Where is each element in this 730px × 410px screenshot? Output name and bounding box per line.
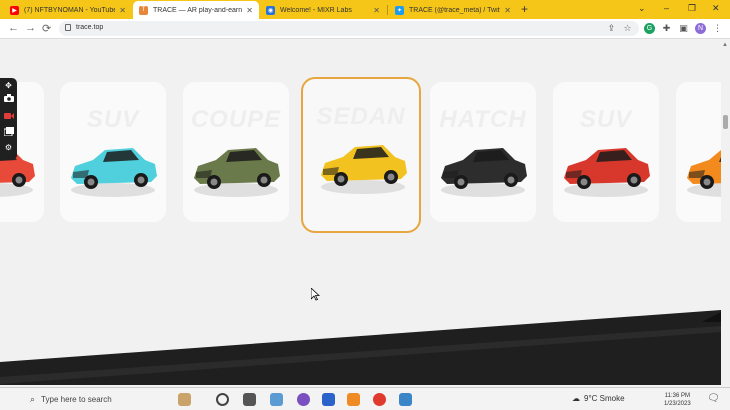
minimize-button[interactable]: – [664,3,669,13]
vehicle-card[interactable]: COUPE [183,82,289,222]
vehicle-category-label: SUV [86,106,140,133]
close-window-button[interactable]: ✕ [712,3,720,14]
twitter-icon: ✦ [395,5,404,15]
tab-strip: ▶ (7) NFTBYNOMAN - YouTube ✕ T TRACE — A… [0,0,730,19]
back-button[interactable]: ← [8,22,19,34]
vehicle-card[interactable]: SEDAN [301,77,421,233]
share-icon[interactable]: ⇪ [606,23,617,34]
vehicle-image [321,145,407,194]
windows-taskbar: ⌕ Type here to search ☁ 9°C Smoke 11:36 … [0,387,730,410]
menu-kebab-icon[interactable]: ⋮ [712,23,723,34]
tab-youtube[interactable]: ▶ (7) NFTBYNOMAN - YouTube ✕ [4,1,132,19]
tab-search-icon[interactable]: ⌄ [638,3,646,14]
vehicle-category-label: SEDAN [316,103,406,130]
close-icon[interactable]: ✕ [246,6,253,15]
weather-cloud-icon: ☁ [572,394,580,403]
new-tab-button[interactable]: + [521,2,528,16]
vehicle-card[interactable]: HATCH [430,82,536,222]
scroll-thumb[interactable] [723,115,728,129]
tab-trace[interactable]: T TRACE — AR play-and-earn metav ✕ [133,1,259,19]
side-panel-icon[interactable]: ▣ [678,23,689,34]
move-handle-icon[interactable]: ✥ [3,80,14,91]
page-scrollbar[interactable]: ▲ [721,40,730,385]
tab-divider [387,5,388,15]
gallery-icon[interactable] [3,126,14,137]
record-video-icon[interactable] [3,110,14,121]
task-view-icon[interactable] [243,393,256,406]
footer-diagonal-band [0,310,721,385]
youtube-icon: ▶ [10,5,19,15]
app-icon-purple[interactable] [297,393,310,406]
grammarly-extension-icon[interactable]: G [644,23,655,34]
settings-gear-icon[interactable]: ⚙ [3,142,14,153]
camera-icon[interactable] [3,92,14,103]
opera-icon[interactable] [373,393,386,406]
tab-mixr[interactable]: ◉ Welcome! - MIXR Labs ✕ [260,1,386,19]
lock-icon [65,24,71,31]
tab-twitter[interactable]: ✦ TRACE (@trace_meta) / Twitter ✕ [389,1,517,19]
page-viewport: SUV COUPE SEDAN HATCH SUV ✥ ⚙ [0,40,721,385]
vehicle-card[interactable]: SUV [553,82,659,222]
notification-icon[interactable]: 🗨 [707,393,720,404]
profile-avatar[interactable]: N [695,23,706,34]
vehicle-image [687,150,721,197]
close-icon[interactable]: ✕ [373,6,380,15]
extensions-puzzle-icon[interactable]: ✚ [661,23,672,34]
mixr-icon: ◉ [266,5,275,15]
address-bar[interactable]: trace.top ⇪ ☆ [59,21,639,36]
vehicle-card[interactable] [676,82,721,222]
vehicle-image [194,148,280,197]
search-icon: ⌕ [30,394,36,404]
weather-widget[interactable]: ☁ 9°C Smoke [572,394,625,403]
bookmark-star-icon[interactable]: ☆ [622,23,633,34]
mouse-cursor-icon [311,288,320,301]
news-widget-icon[interactable] [178,393,191,406]
vehicle-category-label: COUPE [190,106,282,133]
trace-icon: T [139,5,148,15]
screen: ▶ (7) NFTBYNOMAN - YouTube ✕ T TRACE — A… [0,0,730,410]
cortana-icon[interactable] [216,393,229,406]
scroll-up-icon[interactable]: ▲ [722,42,728,48]
browser-toolbar: ← → ⟳ trace.top ⇪ ☆ G ✚ ▣ N ⋮ [0,19,730,39]
vlc-icon[interactable] [347,393,360,406]
restore-button[interactable]: ❐ [688,3,696,14]
taskbar-search[interactable]: ⌕ Type here to search [30,391,170,408]
vehicle-image [71,148,157,197]
file-explorer-icon[interactable] [270,393,283,406]
reload-button[interactable]: ⟳ [42,22,51,35]
recorder-toolbar: ✥ ⚙ [0,78,17,160]
forward-button[interactable]: → [25,22,36,34]
vehicle-card[interactable]: SUV [60,82,166,222]
app-icon-blue[interactable] [399,393,412,406]
word-icon[interactable] [322,393,335,406]
vehicle-category-label: HATCH [439,106,527,133]
system-clock[interactable]: 11:36 PM 1/23/2023 [664,392,691,408]
vehicle-image [564,148,650,197]
vehicle-image [441,148,527,197]
close-icon[interactable]: ✕ [504,6,511,15]
close-icon[interactable]: ✕ [119,6,126,15]
start-button[interactable] [10,393,23,406]
vehicle-category-label: SUV [579,106,633,133]
